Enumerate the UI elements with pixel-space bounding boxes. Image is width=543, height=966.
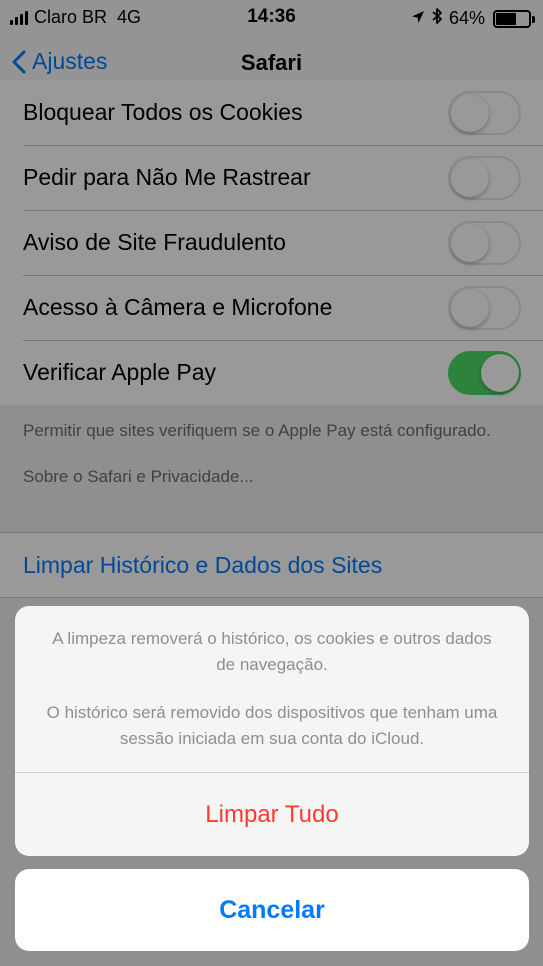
clear-all-button[interactable]: Limpar Tudo [15, 773, 529, 856]
action-sheet: A limpeza removerá o histórico, os cooki… [15, 606, 529, 856]
cancel-button[interactable]: Cancelar [15, 869, 529, 951]
action-sheet-message: A limpeza removerá o histórico, os cooki… [15, 606, 529, 773]
action-sheet-message-2: O histórico será removido dos dispositiv… [46, 703, 498, 748]
action-sheet-message-1: A limpeza removerá o histórico, os cooki… [52, 629, 492, 674]
